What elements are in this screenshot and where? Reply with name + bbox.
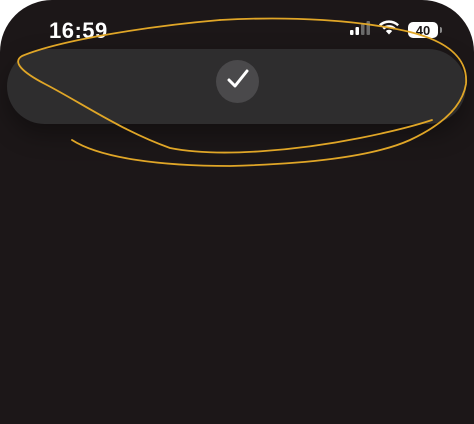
device-frame: 16:59 40 bbox=[0, 0, 474, 424]
status-icons: 40 bbox=[350, 20, 442, 40]
confirmation-banner[interactable] bbox=[7, 49, 466, 124]
status-time: 16:59 bbox=[49, 18, 108, 43]
battery-level: 40 bbox=[415, 22, 431, 38]
battery-tip bbox=[440, 27, 442, 33]
checkmark-badge bbox=[216, 60, 259, 103]
cellular-signal-icon bbox=[350, 20, 370, 40]
wifi-icon bbox=[379, 20, 399, 40]
phone-screen: 16:59 40 bbox=[0, 0, 474, 424]
checkmark-icon bbox=[227, 69, 249, 94]
status-bar: 16:59 40 bbox=[0, 0, 474, 48]
battery-icon: 40 bbox=[408, 22, 442, 38]
